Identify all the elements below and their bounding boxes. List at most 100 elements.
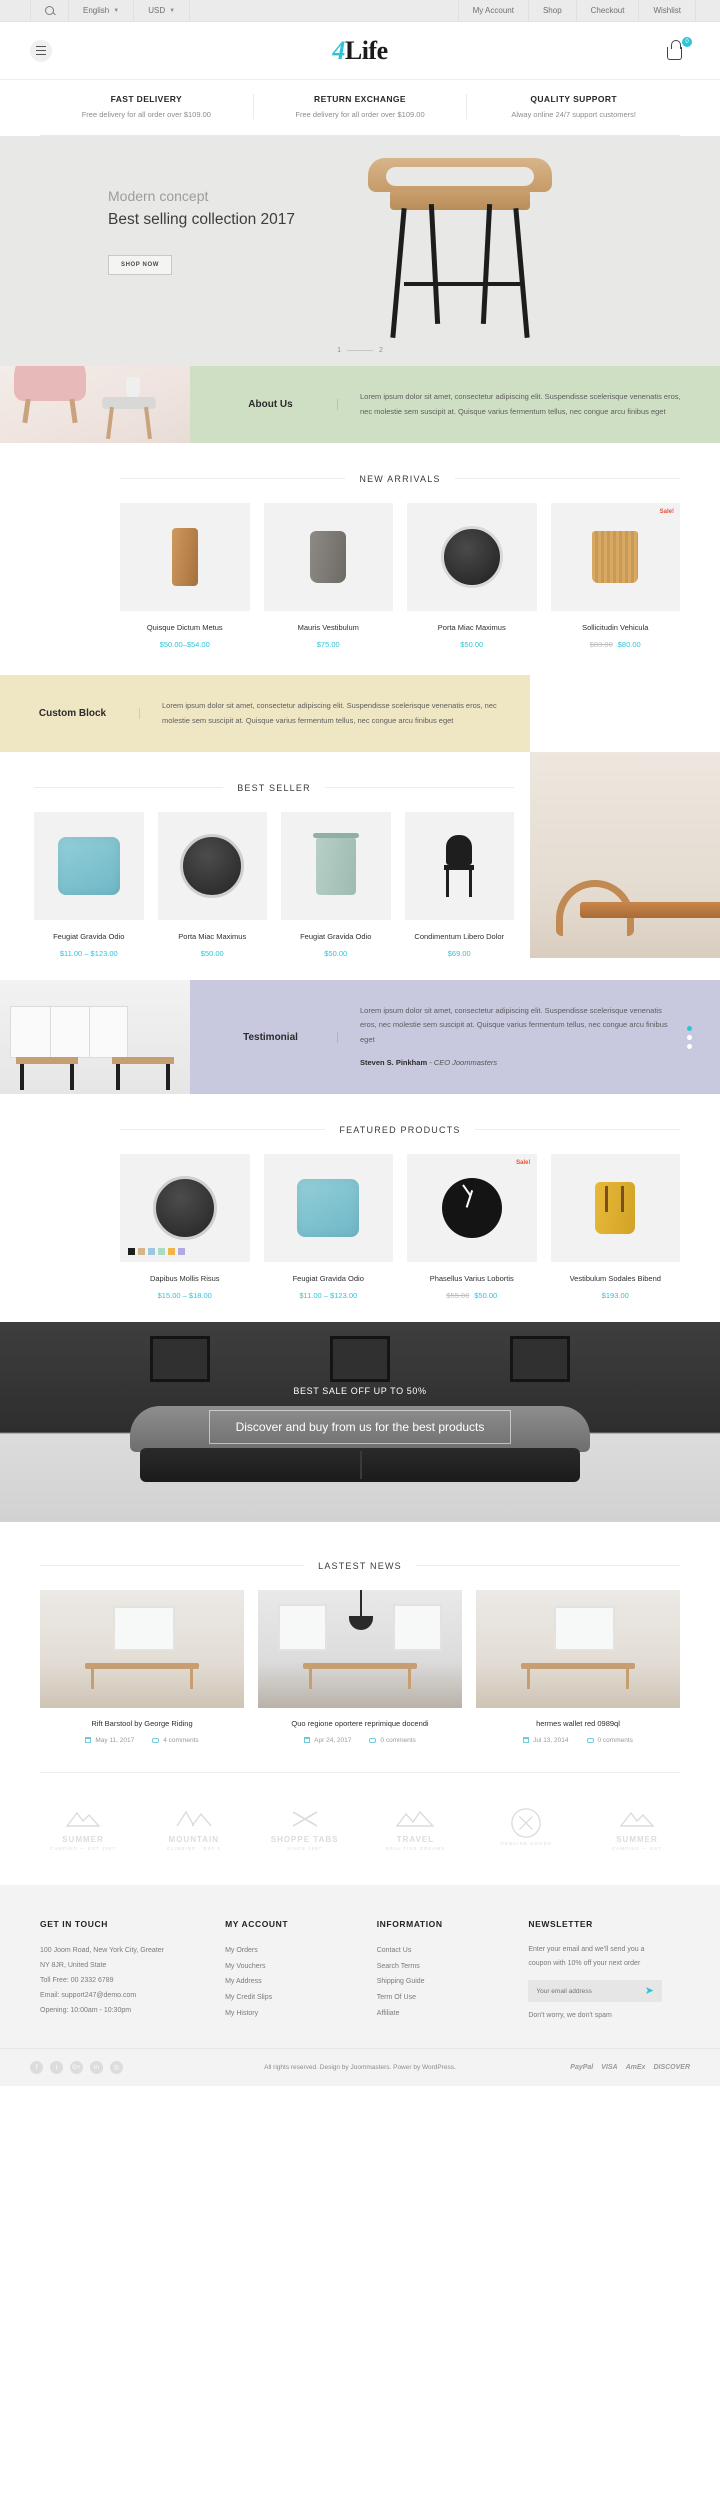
footer-link-affiliate[interactable]: Affiliate <box>377 2006 511 2022</box>
send-icon[interactable]: ➤ <box>645 1985 654 1997</box>
slide-index-next[interactable]: 2 <box>379 347 383 354</box>
footer-contact-column: GET IN TOUCH 100 Joom Road, New York Cit… <box>40 1919 225 2022</box>
service-desc: Free delivery for all order over $109.00 <box>295 110 425 119</box>
footer-link-contact-us[interactable]: Contact Us <box>377 1943 511 1959</box>
product-card[interactable]: Feugiat Gravida Odio $11.00 – $123.00 <box>34 812 144 958</box>
news-title[interactable]: hermes wallet red 0989ql <box>476 1719 680 1728</box>
product-thumb[interactable] <box>120 503 250 612</box>
swatch-tan[interactable] <box>138 1248 145 1256</box>
product-card[interactable]: Sale! Sollicitudin Vehicula $83.00 $80.00 <box>550 503 680 649</box>
product-thumb[interactable] <box>550 1154 680 1263</box>
product-card[interactable]: Porta Miac Maximus $50.00 <box>407 503 537 649</box>
product-thumb[interactable]: Sale! <box>550 503 680 612</box>
testimonial-dot-3[interactable] <box>687 1043 692 1049</box>
product-thumb[interactable] <box>404 812 514 921</box>
news-title[interactable]: Rift Barstool by George Riding <box>40 1719 244 1728</box>
hero-text: Modern concept Best selling collection 2… <box>108 188 295 275</box>
news-thumb[interactable] <box>258 1589 462 1708</box>
currency-selector[interactable]: USD ▼ <box>134 0 191 22</box>
product-card[interactable]: Dapibus Mollis Risus $15.00 – $18.00 <box>120 1154 250 1300</box>
testimonial-author-role: - CEO Joommasters <box>429 1057 498 1067</box>
product-card[interactable]: Condimentum Libero Dolor $69.00 <box>404 812 514 958</box>
product-card[interactable]: Porta Miac Maximus $50.00 <box>157 812 267 958</box>
product-thumb[interactable] <box>157 812 267 921</box>
newsletter-description: Enter your email and we'll send you a co… <box>528 1945 645 1967</box>
brand-logo-5[interactable]: GENUINE GOODS <box>483 1807 569 1846</box>
swatch-purple[interactable] <box>178 1248 185 1256</box>
hero-title: Best selling collection 2017 <box>108 211 295 228</box>
product-thumb[interactable] <box>281 812 391 921</box>
news-thumb[interactable] <box>40 1589 244 1708</box>
product-card[interactable]: Feugiat Gravida Odio $11.00 – $123.00 <box>263 1154 393 1300</box>
product-name: Feugiat Gravida Odio <box>300 932 372 942</box>
footer-link-my-history[interactable]: My History <box>225 2006 359 2022</box>
site-logo[interactable]: 4Life <box>0 36 720 66</box>
sale-badge: Sale! <box>516 1160 531 1167</box>
brand-logo-4[interactable]: TRAVEL REAL FINE DREAMS <box>372 1803 458 1851</box>
product-thumb[interactable] <box>407 503 537 612</box>
shop-now-button[interactable]: SHOP NOW <box>108 255 173 275</box>
newsletter-email-input[interactable] <box>536 1987 645 1995</box>
top-link-wishlist[interactable]: Wishlist <box>639 0 696 22</box>
footer-link-my-address[interactable]: My Address <box>225 1974 359 1990</box>
product-card[interactable]: Mauris Vestibulum $75.00 <box>263 503 393 649</box>
footer-link-my-orders[interactable]: My Orders <box>225 1943 359 1959</box>
top-bar-left: English ▼ USD ▼ <box>0 0 191 22</box>
product-card[interactable]: Vestibulum Sodales Bibend $193.00 <box>550 1154 680 1300</box>
hero-pagination[interactable]: 1 2 <box>0 347 720 354</box>
news-title[interactable]: Quo regione oportere reprimique docendi <box>258 1719 462 1728</box>
top-link-shop[interactable]: Shop <box>529 0 577 22</box>
product-name: Phasellus Varius Lobortis <box>429 1274 514 1284</box>
testimonial-dot-1[interactable] <box>687 1025 692 1031</box>
footer-link-term-of-use[interactable]: Term Of Use <box>377 1990 511 2006</box>
promo-cta[interactable]: Discover and buy from us for the best pr… <box>208 1409 512 1444</box>
brand-logo-2[interactable]: MOUNTAIN CLIMBING · EST 1 <box>151 1803 237 1851</box>
search-button[interactable] <box>30 0 69 22</box>
swatch-black[interactable] <box>128 1248 135 1256</box>
best-seller-row: BEST SELLER Feugiat Gravida Odio $11.00 … <box>0 752 720 958</box>
brand-logo-6[interactable]: SUMMER CAMPING — EST <box>594 1803 680 1851</box>
color-swatches[interactable] <box>128 1248 185 1256</box>
product-name: Sollicitudin Vehicula <box>582 623 649 633</box>
footer-link-my-credit-slips[interactable]: My Credit Slips <box>225 1990 359 2006</box>
brand-sub: GENUINE GOODS <box>500 1841 552 1847</box>
basket-product-icon <box>592 531 639 584</box>
news-card[interactable]: hermes wallet red 0989ql Jul 13, 2014 0 … <box>476 1589 680 1744</box>
brand-logo-3[interactable]: SHOPPE TABS SINCE 1997 <box>262 1803 348 1851</box>
promo-banner[interactable]: BEST SALE OFF UP TO 50% Discover and buy… <box>0 1321 720 1522</box>
swatch-green[interactable] <box>158 1248 165 1256</box>
footer-link-search-terms[interactable]: Search Terms <box>377 1959 511 1975</box>
top-link-checkout[interactable]: Checkout <box>577 0 640 22</box>
swatch-blue[interactable] <box>148 1248 155 1256</box>
product-card[interactable]: Feugiat Gravida Odio $50.00 <box>281 812 391 958</box>
footer-link-my-vouchers[interactable]: My Vouchers <box>225 1959 359 1975</box>
testimonial-pagination[interactable] <box>675 1025 692 1049</box>
product-new-price: $50.00 <box>474 1290 498 1300</box>
custom-block-row: Custom Block Lorem ipsum dolor sit amet,… <box>0 674 720 753</box>
slide-index-current[interactable]: 1 <box>337 347 341 354</box>
news-card[interactable]: Rift Barstool by George Riding May 11, 2… <box>40 1589 244 1744</box>
best-seller-section: BEST SELLER Feugiat Gravida Odio $11.00 … <box>0 752 530 958</box>
brand-logo-1[interactable]: SUMMER CAMPING — EST 1987 <box>40 1803 126 1851</box>
swatch-orange[interactable] <box>168 1248 175 1256</box>
product-card[interactable]: Quisque Dictum Metus $50.00–$54.00 <box>120 503 250 649</box>
hero-slider[interactable]: Modern concept Best selling collection 2… <box>0 136 720 366</box>
news-meta: Jul 13, 2014 0 comments <box>476 1737 680 1744</box>
news-card[interactable]: Quo regione oportere reprimique docendi … <box>258 1589 462 1744</box>
about-row: About Us Lorem ipsum dolor sit amet, con… <box>0 366 720 444</box>
product-thumb[interactable] <box>120 1154 250 1263</box>
newsletter-form[interactable]: ➤ <box>528 1980 662 2003</box>
top-bar: English ▼ USD ▼ My Account Shop Checkout… <box>0 0 720 22</box>
top-link-my-account[interactable]: My Account <box>457 0 529 22</box>
product-thumb[interactable]: Sale! <box>407 1154 537 1263</box>
cart-button[interactable]: 0 <box>664 36 692 64</box>
cart-count-badge: 0 <box>682 36 692 47</box>
language-selector[interactable]: English ▼ <box>69 0 135 22</box>
product-thumb[interactable] <box>34 812 144 921</box>
footer-link-shipping-guide[interactable]: Shipping Guide <box>377 1974 511 1990</box>
product-thumb[interactable] <box>263 1154 393 1263</box>
news-thumb[interactable] <box>476 1589 680 1708</box>
product-card[interactable]: Sale! Phasellus Varius Lobortis $55.00 $5… <box>407 1154 537 1300</box>
testimonial-dot-2[interactable] <box>687 1034 692 1040</box>
product-thumb[interactable] <box>263 503 393 612</box>
